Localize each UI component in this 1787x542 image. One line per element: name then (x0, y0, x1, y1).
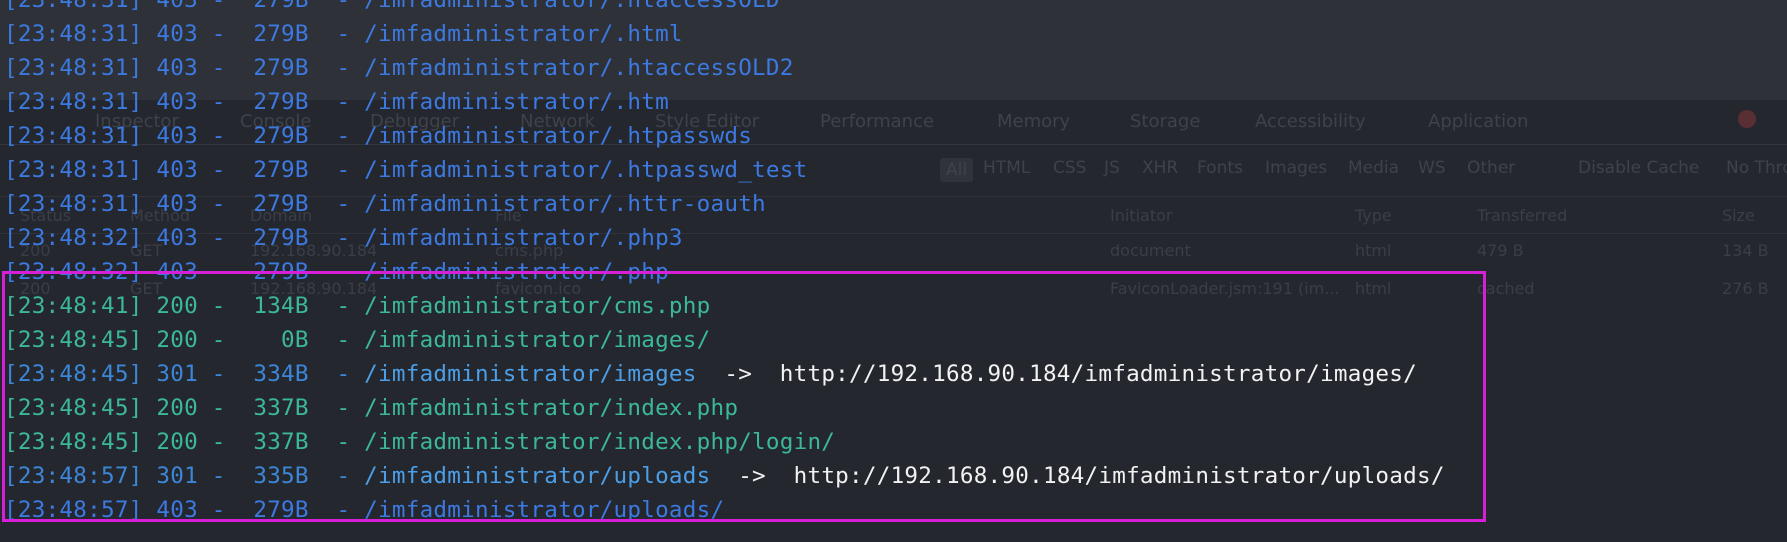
log-prefix: [23:48:45] 301 - 334B - (4, 361, 365, 387)
log-path: /imfadministrator/.php (364, 259, 669, 285)
log-prefix: [23:48:31] 403 - 279B - (4, 89, 365, 115)
log-redirect: -> http://192.168.90.184/imfadministrato… (696, 361, 1417, 387)
log-path: /imfadministrator/.php3 (364, 225, 683, 251)
log-prefix: [23:48:45] 200 - 0B - (4, 327, 365, 353)
log-line: [23:48:32] 403 - 279B - /imfadministrato… (4, 255, 669, 289)
log-path: /imfadministrator/index.php (364, 395, 739, 421)
log-prefix: [23:48:41] 200 - 134B - (4, 293, 365, 319)
log-prefix: [23:48:57] 403 - 279B - (4, 497, 365, 523)
log-path: /imfadministrator/.htaccessOLD2 (364, 55, 794, 81)
log-path: /imfadministrator/index.php/login/ (364, 429, 836, 455)
log-prefix: [23:48:45] 200 - 337B - (4, 429, 365, 455)
log-prefix: [23:48:32] 403 - 279B - (4, 225, 365, 251)
log-line: [23:48:57] 403 - 279B - /imfadministrato… (4, 493, 724, 527)
log-line: [23:48:45] 200 - 337B - /imfadministrato… (4, 391, 738, 425)
log-line: [23:48:31] 403 - 279B - /imfadministrato… (4, 0, 780, 17)
log-prefix: [23:48:31] 403 - 279B - (4, 21, 365, 47)
log-prefix: [23:48:31] 403 - 279B - (4, 55, 365, 81)
log-prefix: [23:48:32] 403 - 279B - (4, 259, 365, 285)
log-line: [23:48:31] 403 - 279B - /imfadministrato… (4, 17, 683, 51)
log-path: /imfadministrator/.httr-oauth (364, 191, 766, 217)
log-prefix: [23:48:31] 403 - 279B - (4, 0, 365, 13)
log-line: [23:48:57] 301 - 335B - /imfadministrato… (4, 459, 1445, 493)
log-path: /imfadministrator/images (364, 361, 697, 387)
log-path: /imfadministrator/uploads/ (364, 497, 725, 523)
log-path: /imfadministrator/.htpasswd_test (364, 157, 808, 183)
log-line: [23:48:31] 403 - 279B - /imfadministrato… (4, 51, 794, 85)
log-line: [23:48:41] 200 - 134B - /imfadministrato… (4, 289, 711, 323)
log-line: [23:48:31] 403 - 279B - /imfadministrato… (4, 187, 766, 221)
log-line: [23:48:32] 403 - 279B - /imfadministrato… (4, 221, 683, 255)
log-line: [23:48:31] 403 - 279B - /imfadministrato… (4, 119, 752, 153)
log-path: /imfadministrator/.htpasswds (364, 123, 753, 149)
log-prefix: [23:48:45] 200 - 337B - (4, 395, 365, 421)
log-line: [23:48:31] 403 - 279B - /imfadministrato… (4, 153, 807, 187)
log-path: /imfadministrator/uploads (364, 463, 711, 489)
log-line: [23:48:31] 403 - 279B - /imfadministrato… (4, 85, 669, 119)
log-path: /imfadministrator/.htm (364, 89, 669, 115)
log-path: /imfadministrator/.htaccessOLD (364, 0, 780, 13)
log-line: [23:48:45] 301 - 334B - /imfadministrato… (4, 357, 1417, 391)
log-line: [23:48:45] 200 - 337B - /imfadministrato… (4, 425, 835, 459)
terminal-output: [23:48:31] 403 - 279B - /imfadministrato… (0, 0, 1787, 542)
log-path: /imfadministrator/.html (364, 21, 683, 47)
log-prefix: [23:48:31] 403 - 279B - (4, 157, 365, 183)
log-prefix: [23:48:31] 403 - 279B - (4, 123, 365, 149)
log-prefix: [23:48:57] 301 - 335B - (4, 463, 365, 489)
log-redirect: -> http://192.168.90.184/imfadministrato… (710, 463, 1445, 489)
log-line: [23:48:45] 200 - 0B - /imfadministrator/… (4, 323, 711, 357)
log-path: /imfadministrator/images/ (364, 327, 711, 353)
log-path: /imfadministrator/cms.php (364, 293, 711, 319)
log-prefix: [23:48:31] 403 - 279B - (4, 191, 365, 217)
